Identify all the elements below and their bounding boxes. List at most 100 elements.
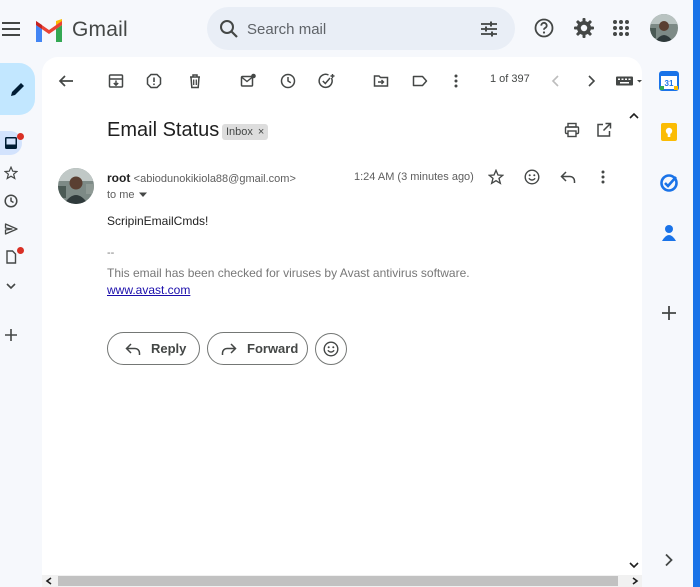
add-to-tasks-button[interactable]: [315, 69, 339, 93]
star-outline-icon: [488, 169, 504, 185]
recipient-label: to me: [107, 189, 135, 201]
page-count: 1 of 397: [490, 73, 530, 85]
mark-unread-icon: [240, 73, 256, 87]
add-reaction-button[interactable]: [520, 165, 544, 189]
archive-button[interactable]: [104, 69, 128, 93]
back-button[interactable]: [54, 69, 78, 93]
emoji-reaction-button[interactable]: [315, 333, 347, 365]
sender-avatar[interactable]: [58, 168, 94, 204]
reading-pane: 1 of 397 Email Status Inbox × root <abio…: [42, 57, 642, 577]
search-options-icon[interactable]: [479, 19, 499, 39]
calendar-day-number: 31: [665, 79, 674, 88]
reply-pill-button[interactable]: Reply: [107, 332, 200, 365]
sender-email: <abiodunokikiola88@gmail.com>: [133, 173, 296, 185]
scroll-left-icon[interactable]: [45, 577, 53, 585]
scroll-up-icon[interactable]: [629, 112, 639, 120]
search-icon[interactable]: [219, 19, 239, 39]
move-to-folder-icon: [373, 75, 389, 87]
reply-button[interactable]: [556, 165, 580, 189]
chevron-down-icon: [6, 283, 16, 290]
forward-pill-button[interactable]: Forward: [207, 332, 308, 365]
settings-gear-icon: [574, 18, 594, 38]
delete-icon: [190, 74, 200, 89]
search-bar[interactable]: [207, 7, 515, 50]
recipient-details[interactable]: to me: [107, 189, 147, 201]
vertical-scrollbar[interactable]: [628, 112, 640, 577]
more-vertical-icon: [454, 74, 458, 88]
compose-button[interactable]: [0, 63, 35, 115]
remove-label-button[interactable]: ×: [258, 126, 264, 138]
contacts-app[interactable]: [658, 222, 680, 244]
scrollbar-thumb[interactable]: [58, 576, 618, 586]
window-edge-accent: [693, 0, 700, 587]
forward-label: Forward: [247, 341, 299, 356]
open-in-new-icon: [597, 122, 612, 137]
get-addons-button[interactable]: [658, 302, 680, 324]
signature-link[interactable]: www.avast.com: [107, 283, 190, 297]
emoji-icon: [524, 169, 540, 185]
contacts-icon: [662, 225, 676, 241]
chevron-right-icon: [665, 553, 673, 567]
more-vertical-icon: [601, 170, 605, 184]
rail-inbox[interactable]: [0, 132, 24, 154]
account-avatar[interactable]: [650, 14, 678, 42]
apps-grid-icon: [613, 20, 629, 36]
show-side-panel-button[interactable]: [658, 549, 680, 571]
scroll-right-icon[interactable]: [631, 577, 639, 585]
older-button[interactable]: [579, 69, 603, 93]
move-to-button[interactable]: [369, 69, 393, 93]
help-button[interactable]: [532, 16, 556, 40]
reply-label: Reply: [151, 341, 187, 356]
rail-create-label[interactable]: [0, 324, 22, 346]
labels-button[interactable]: [408, 69, 432, 93]
report-spam-icon: [146, 73, 162, 89]
more-actions-button[interactable]: [444, 69, 468, 93]
app-name: Gmail: [72, 18, 128, 41]
sender-line: root <abiodunokikiola88@gmail.com>: [107, 171, 296, 185]
inbox-label-badge[interactable]: Inbox ×: [222, 124, 269, 140]
keyboard-icon: [616, 76, 642, 86]
newer-button[interactable]: [544, 69, 568, 93]
snooze-icon: [280, 73, 296, 89]
signature-separator: --: [107, 247, 115, 259]
star-button[interactable]: [484, 165, 508, 189]
gmail-logo-icon: [36, 18, 62, 42]
pencil-icon: [10, 83, 24, 96]
report-spam-button[interactable]: [142, 69, 166, 93]
settings-button[interactable]: [572, 16, 596, 40]
delete-button[interactable]: [183, 69, 207, 93]
open-new-window-button[interactable]: [592, 118, 616, 142]
account-avatar-icon: [650, 14, 678, 42]
rail-snoozed[interactable]: [0, 190, 22, 212]
emoji-icon: [323, 341, 339, 357]
google-apps-button[interactable]: [609, 16, 633, 40]
star-icon: [4, 166, 18, 180]
snooze-button[interactable]: [276, 69, 300, 93]
message-more-button[interactable]: [591, 165, 615, 189]
rail-more[interactable]: [0, 275, 22, 297]
input-tools-button[interactable]: [615, 69, 642, 93]
add-to-tasks-icon: [318, 73, 335, 89]
print-button[interactable]: [560, 118, 584, 142]
rail-starred[interactable]: [0, 162, 22, 184]
forward-arrow-icon: [221, 342, 237, 355]
main-menu-button[interactable]: [0, 19, 22, 39]
calendar-app[interactable]: 31: [658, 70, 680, 92]
tasks-app[interactable]: [658, 172, 680, 194]
sender-name[interactable]: root: [107, 171, 130, 185]
search-input[interactable]: [247, 18, 467, 40]
mark-unread-button[interactable]: [236, 69, 260, 93]
rail-sent[interactable]: [0, 218, 22, 240]
rail-drafts[interactable]: [0, 246, 24, 268]
chevron-left-icon: [551, 75, 559, 87]
gmail-logo[interactable]: Gmail: [34, 16, 128, 44]
tasks-icon: [660, 174, 678, 192]
chevron-right-icon: [588, 75, 596, 87]
message-timestamp: 1:24 AM (3 minutes ago): [354, 171, 474, 183]
print-icon: [564, 122, 580, 138]
scroll-down-icon[interactable]: [629, 561, 639, 569]
horizontal-scrollbar[interactable]: [42, 575, 642, 587]
plus-icon: [5, 329, 17, 341]
reply-icon: [560, 171, 576, 183]
keep-app[interactable]: [658, 121, 680, 143]
